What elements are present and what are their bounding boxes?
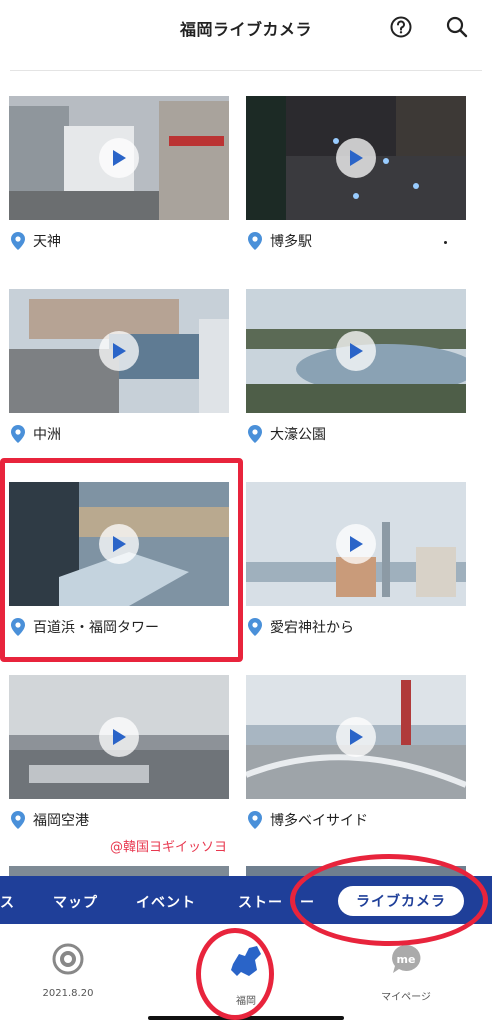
dot-marker — [444, 241, 447, 244]
location-pin-icon — [248, 425, 262, 443]
camera-label: 博多駅 — [270, 234, 312, 250]
play-icon[interactable] — [99, 524, 139, 564]
camera-thumbnail[interactable] — [9, 96, 229, 220]
bottom-navigation: 2021.8.20 福岡 me マイページ — [0, 924, 492, 1024]
category-tab-bar: ス マップ イベント ストー ー ライブカメラ — [0, 876, 492, 924]
divider — [10, 70, 482, 71]
tab-partial[interactable]: ス — [0, 892, 15, 912]
nav-item-date[interactable]: 2021.8.20 — [36, 942, 100, 999]
tab-story-tail: ー — [300, 895, 315, 911]
location-pin-icon — [248, 811, 262, 829]
camera-card-hakata-station[interactable]: 博多駅 — [246, 96, 466, 256]
camera-card-hakata-bayside[interactable]: 博多ベイサイド — [246, 675, 466, 835]
play-icon[interactable] — [336, 138, 376, 178]
page-title: 福岡ライブカメラ — [179, 20, 312, 39]
app-header: 福岡ライブカメラ — [0, 0, 492, 56]
camera-card-fukuoka-airport[interactable]: 福岡空港 — [9, 675, 229, 835]
camera-thumbnail[interactable] — [9, 482, 229, 606]
location-pin-icon — [11, 232, 25, 250]
camera-thumbnail[interactable] — [9, 675, 229, 799]
camera-thumbnail[interactable] — [246, 675, 466, 799]
watermark-text: @韓国ヨギイッソヨ — [110, 840, 228, 855]
nav-label: 2021.8.20 — [42, 988, 94, 999]
help-circle-icon[interactable] — [388, 14, 414, 40]
camera-label: 中洲 — [33, 427, 61, 443]
home-indicator — [148, 1016, 344, 1020]
play-icon[interactable] — [99, 138, 139, 178]
play-icon[interactable] — [99, 331, 139, 371]
nav-item-fukuoka[interactable]: 福岡 — [214, 942, 278, 1007]
camera-label: 福岡空港 — [33, 813, 89, 829]
location-pin-icon — [11, 811, 25, 829]
play-icon[interactable] — [336, 331, 376, 371]
camera-card-tenjin[interactable]: 天神 — [9, 96, 229, 256]
camera-card-atago-shrine[interactable]: 愛宕神社から — [246, 482, 466, 642]
location-pin-icon — [248, 232, 262, 250]
camera-card-nakasu[interactable]: 中洲 — [9, 289, 229, 449]
location-pin-icon — [248, 618, 262, 636]
tab-live-camera[interactable]: ライブカメラ — [338, 886, 464, 916]
camera-label: 百道浜・福岡タワー — [33, 620, 159, 636]
eye-icon — [51, 942, 85, 980]
search-icon[interactable] — [444, 14, 470, 40]
me-bubble-icon: me — [389, 942, 423, 980]
camera-label: 愛宕神社から — [270, 620, 354, 636]
camera-thumbnail[interactable] — [246, 482, 466, 606]
camera-thumbnail[interactable] — [246, 96, 466, 220]
camera-card-ohori-park[interactable]: 大濠公園 — [246, 289, 466, 449]
tab-story[interactable]: ストー — [238, 892, 283, 912]
nav-label: マイページ — [381, 992, 431, 1003]
tab-event[interactable]: イベント — [136, 892, 196, 912]
camera-card-momochihama[interactable]: 百道浜・福岡タワー — [9, 482, 229, 642]
camera-thumbnail[interactable] — [246, 289, 466, 413]
location-pin-icon — [11, 618, 25, 636]
nav-item-mypage[interactable]: me マイページ — [374, 942, 438, 1003]
camera-label: 博多ベイサイド — [270, 813, 368, 829]
play-icon[interactable] — [99, 717, 139, 757]
svg-text:me: me — [397, 953, 416, 966]
location-pin-icon — [11, 425, 25, 443]
camera-label: 天神 — [33, 234, 61, 250]
camera-thumbnail[interactable] — [9, 289, 229, 413]
play-icon[interactable] — [336, 717, 376, 757]
play-icon[interactable] — [336, 524, 376, 564]
camera-label: 大濠公園 — [270, 427, 326, 443]
fukuoka-map-icon — [227, 942, 265, 984]
nav-label: 福岡 — [236, 996, 256, 1007]
tab-map[interactable]: マップ — [53, 892, 98, 912]
